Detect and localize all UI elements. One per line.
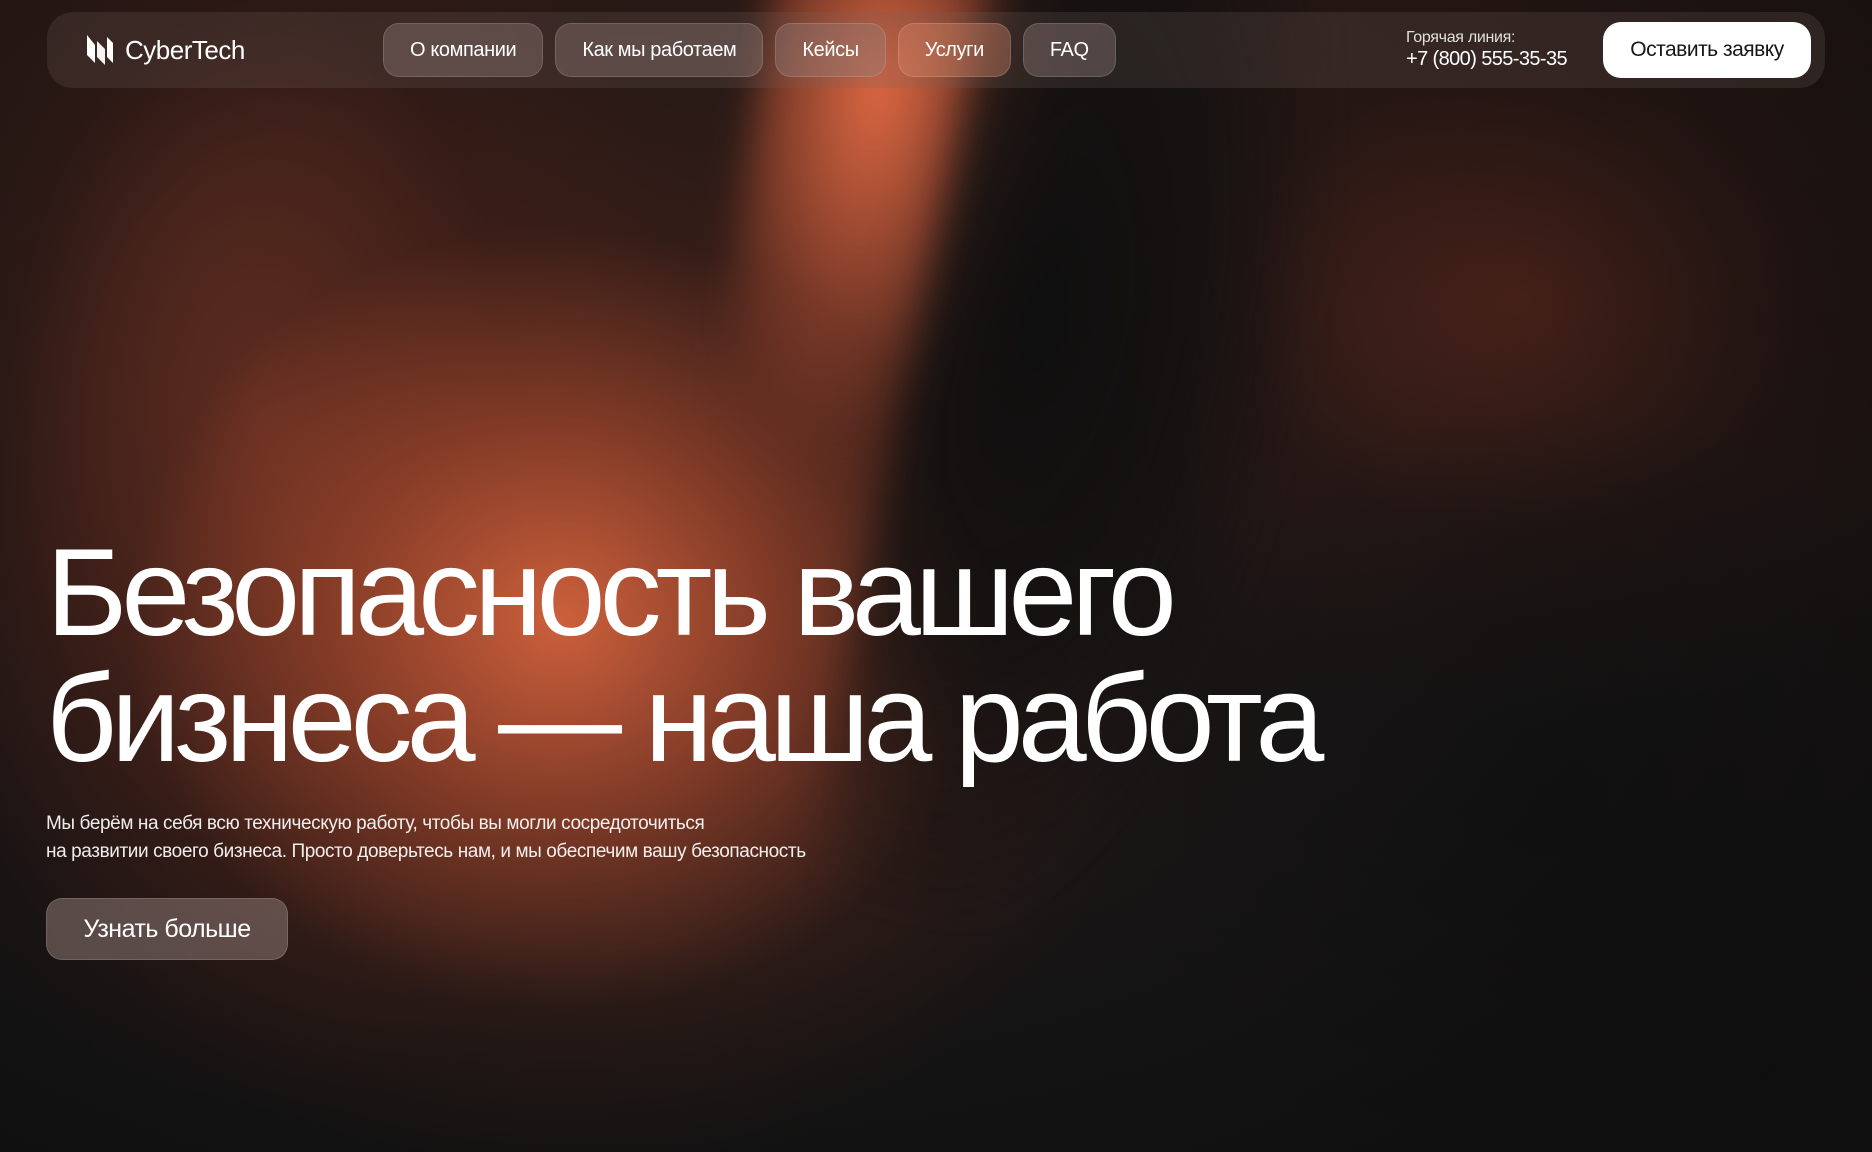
site-header: CyberTech О компании Как мы работаем Кей… xyxy=(47,12,1825,88)
logo[interactable]: CyberTech xyxy=(83,33,383,67)
hotline-phone[interactable]: +7 (800) 555-35-35 xyxy=(1406,48,1568,71)
hero-subtitle-line-1: Мы берём на себя всю техническую работу,… xyxy=(46,813,705,834)
hero-subtitle: Мы берём на себя всю техническую работу,… xyxy=(46,810,1446,866)
landing-page: CyberTech О компании Как мы работаем Кей… xyxy=(0,0,1872,1152)
submit-request-button[interactable]: Оставить заявку xyxy=(1603,22,1811,78)
nav-item-cases[interactable]: Кейсы xyxy=(775,23,886,77)
hotline: Горячая линия: +7 (800) 555-35-35 xyxy=(1406,29,1568,71)
hero-title: Безопасность вашего бизнеса — наша работ… xyxy=(46,530,1446,782)
learn-more-button[interactable]: Узнать больше xyxy=(46,898,288,960)
brand-name: CyberTech xyxy=(125,34,245,65)
nav-item-faq[interactable]: FAQ xyxy=(1022,23,1116,77)
nav-item-about[interactable]: О компании xyxy=(383,23,544,77)
nav-item-services[interactable]: Услуги xyxy=(897,23,1011,77)
hero-title-line-2: бизнеса — наша работа xyxy=(46,650,1324,788)
nav-item-how-we-work[interactable]: Как мы работаем xyxy=(555,23,764,77)
hero-section: Безопасность вашего бизнеса — наша работ… xyxy=(46,530,1446,960)
cybertech-logo-icon xyxy=(87,35,113,65)
hero-subtitle-line-2: на развитии своего бизнеса. Просто довер… xyxy=(46,841,806,862)
hero-title-line-1: Безопасность вашего xyxy=(46,524,1177,662)
hotline-label: Горячая линия: xyxy=(1406,29,1516,47)
main-nav: О компании Как мы работаем Кейсы Услуги … xyxy=(383,23,1116,77)
